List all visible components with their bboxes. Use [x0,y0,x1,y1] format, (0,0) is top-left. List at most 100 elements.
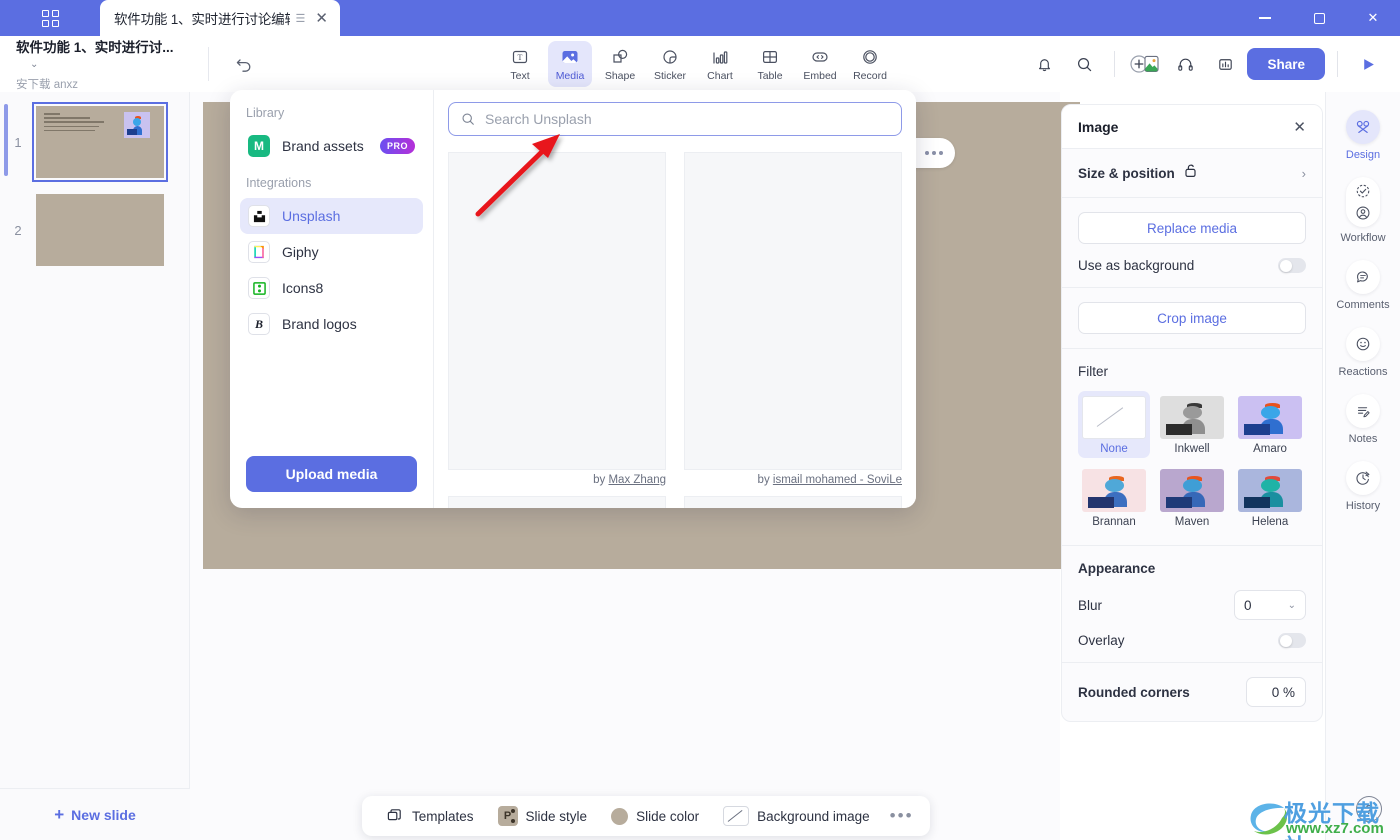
result-credit: by ismail mohamed - SoviLe [684,474,902,486]
comments-icon [1346,260,1380,294]
chevron-down-icon[interactable]: ⌄ [30,59,38,70]
sidebar-item-workflow[interactable]: Workflow [1327,177,1399,244]
media-item-unsplash[interactable]: Unsplash [240,198,423,234]
size-position-label: Size & position [1078,165,1175,181]
toolbar-more-button[interactable]: ••• [886,806,914,826]
slide-thumbnail-2[interactable]: 2 [0,186,189,274]
filter-name: Helena [1251,516,1289,528]
replace-media-button[interactable]: Replace media [1078,212,1306,244]
media-item-label: Icons8 [282,280,324,296]
result-card-3[interactable] [448,496,666,508]
help-button[interactable]: ? [1356,796,1382,822]
tool-table[interactable]: Table [748,41,792,87]
text-icon: T [512,50,528,63]
tool-embed[interactable]: Embed [798,41,842,87]
sidebar-item-reactions[interactable]: Reactions [1327,327,1399,378]
sidebar-item-comments[interactable]: Comments [1327,260,1399,311]
sidebar-item-design[interactable]: Design [1327,110,1399,161]
result-card-4[interactable] [684,496,902,508]
slide-color-label: Slide color [636,808,700,824]
search-button[interactable] [1066,46,1102,82]
app-header: 软件功能 1、实时进行讨... ⌄ 安下载 anxz T Text Media [0,36,1400,92]
tool-media[interactable]: Media [548,41,592,87]
overlay-toggle[interactable] [1278,633,1306,648]
size-position-section[interactable]: Size & position › [1062,149,1322,198]
filter-thumbnail [1160,396,1224,439]
library-section-label: Library [246,106,285,120]
tool-record[interactable]: Record [848,41,892,87]
media-item-icons8[interactable]: Icons8 [240,270,423,306]
sidebar-item-label: Workflow [1340,232,1386,244]
apps-grid-button[interactable] [0,0,100,36]
tool-chart[interactable]: Chart [698,41,742,87]
media-item-brand-logos[interactable]: B Brand logos [240,306,423,342]
history-icon [1346,461,1380,495]
filter-name: Amaro [1253,443,1287,455]
tool-shape[interactable]: Shape [598,41,642,87]
slide-color-button[interactable]: Slide color [603,807,707,825]
filter-thumbnail [1082,396,1146,439]
tool-text[interactable]: T Text [498,41,542,87]
blur-select[interactable]: 0 ⌄ [1234,590,1306,620]
shape-icon [613,49,628,63]
appearance-section: Appearance Blur 0 ⌄ Overlay [1062,546,1322,663]
tool-label: Shape [604,69,636,82]
tab-close-icon[interactable]: ✕ [311,11,332,26]
browser-tab[interactable]: 软件功能 1、实时进行讨论编辑、 ☰ ✕ [100,0,340,36]
result-author-link[interactable]: ismail mohamed - SoviLe [773,474,902,486]
headphones-icon [1178,58,1193,71]
canvas-more-button[interactable] [913,138,955,168]
maximize-button[interactable] [1292,0,1346,36]
slide-style-button[interactable]: P Slide style [490,806,596,826]
document-meta: 软件功能 1、实时进行讨... ⌄ 安下载 anxz [0,36,200,92]
templates-button[interactable]: Templates [378,807,482,825]
media-item-giphy[interactable]: Giphy [240,234,423,270]
filter-helena[interactable]: Helena [1234,464,1306,531]
add-collaborator-button[interactable] [1127,46,1163,82]
image-properties-panel: Image ✕ Size & position › Replace media … [1061,104,1323,722]
window-close-button[interactable]: ✕ [1346,0,1400,36]
media-actions-section: Replace media Use as background [1062,198,1322,288]
new-slide-button[interactable]: + New slide [0,788,190,840]
rounded-corners-input[interactable]: 0 % [1246,677,1306,707]
crop-image-button[interactable]: Crop image [1078,302,1306,334]
sidebar-item-notes[interactable]: Notes [1327,394,1399,445]
media-item-brand-assets[interactable]: M Brand assets PRO [240,128,423,164]
share-button[interactable]: Share [1247,48,1325,80]
filter-maven[interactable]: Maven [1156,464,1228,531]
search-icon [1077,57,1092,71]
sidebar-item-history[interactable]: History [1327,461,1399,512]
result-author-link[interactable]: Max Zhang [608,474,666,486]
tab-menu-icon[interactable]: ☰ [296,12,306,25]
minimize-button[interactable] [1238,0,1292,36]
search-unsplash-field[interactable] [448,102,902,136]
rounded-corners-value: 0 % [1271,684,1295,700]
result-card-2[interactable]: by ismail mohamed - SoviLe [684,152,902,486]
close-icon[interactable]: ✕ [1293,118,1306,136]
chevron-right-icon[interactable]: › [1302,166,1306,181]
filter-amaro[interactable]: Amaro [1234,391,1306,458]
background-image-button[interactable]: Background image [715,806,878,826]
analytics-button[interactable] [1207,46,1243,82]
result-card-1[interactable]: by Max Zhang [448,152,666,486]
tool-sticker[interactable]: Sticker [648,41,692,87]
tool-label: Chart [707,69,733,82]
use-as-background-toggle[interactable] [1278,258,1306,273]
search-input[interactable] [485,111,890,127]
notifications-button[interactable] [1026,46,1062,82]
support-button[interactable] [1167,46,1203,82]
filter-inkwell[interactable]: Inkwell [1156,391,1228,458]
filter-section: Filter None Inkwell Amaro Brannan Maven … [1062,349,1322,546]
slide-thumbnail-1[interactable]: 1 [0,98,189,186]
templates-icon [387,809,401,821]
lock-icon[interactable] [1184,163,1197,183]
background-image-icon [723,806,750,826]
tool-label: Embed [803,69,837,82]
embed-icon [812,51,828,62]
present-button[interactable] [1350,46,1386,82]
filter-brannan[interactable]: Brannan [1078,464,1150,531]
background-image-label: Background image [757,808,870,824]
undo-button[interactable] [227,47,261,81]
filter-none[interactable]: None [1078,391,1150,458]
upload-media-button[interactable]: Upload media [246,456,417,492]
